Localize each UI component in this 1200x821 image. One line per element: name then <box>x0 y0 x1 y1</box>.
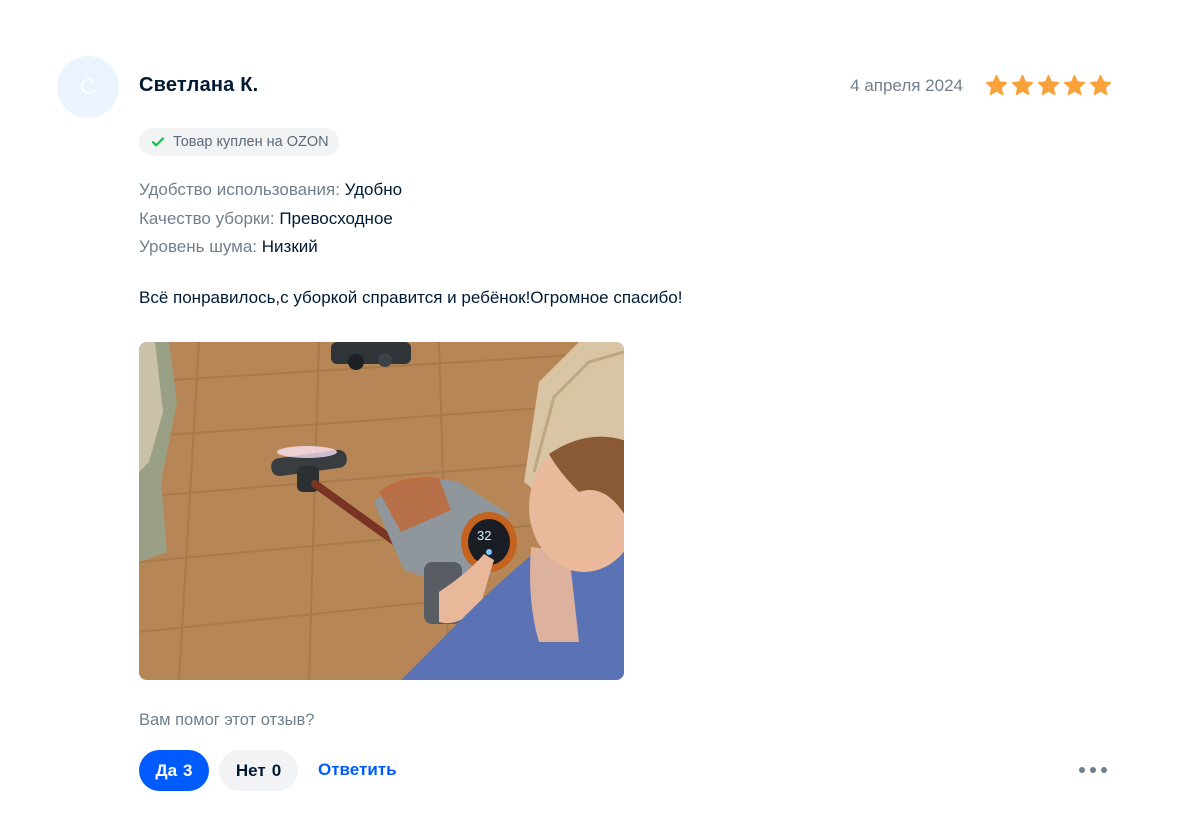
helpful-yes-label: Да <box>155 760 178 780</box>
star-icon <box>1089 74 1112 96</box>
param-value: Низкий <box>261 237 318 256</box>
more-dots-icon[interactable] <box>1079 766 1107 774</box>
photo-illustration: 32 <box>139 342 624 680</box>
dot <box>1101 767 1107 773</box>
helpful-yes-button[interactable]: Да 3 <box>139 750 209 791</box>
param-row: Удобство использования: Удобно <box>139 176 402 205</box>
review-date: 4 апреля 2024 <box>850 76 963 95</box>
review-text: Всё понравилось,с уборкой справится и ре… <box>139 288 683 307</box>
star-icon <box>985 74 1008 96</box>
avatar-letter: С <box>80 74 96 99</box>
star-icon <box>1037 74 1060 96</box>
param-value: Удобно <box>344 180 403 199</box>
param-name: Качество уборки: <box>139 208 275 228</box>
helpful-question: Вам помог этот отзыв? <box>139 711 315 729</box>
reply-button[interactable]: Ответить <box>318 760 397 780</box>
display-value: 32 <box>477 528 491 543</box>
review-author[interactable]: Светлана К. <box>139 74 258 97</box>
dot <box>1090 767 1096 773</box>
param-name: Удобство использования: <box>139 180 340 199</box>
rating-stars <box>985 74 1112 97</box>
param-name: Уровень шума: <box>139 237 258 256</box>
review-params: Удобство использования: Удобно Качество … <box>139 176 402 262</box>
param-row: Уровень шума: Низкий <box>139 233 402 262</box>
helpful-no-label: Нет <box>235 760 266 780</box>
dot <box>1079 767 1085 773</box>
star-icon <box>1063 74 1086 96</box>
purchase-badge-text: Товар куплен на OZON <box>173 134 329 150</box>
param-row: Качество уборки: Превосходное <box>139 205 402 234</box>
check-icon <box>151 137 165 147</box>
param-value: Превосходное <box>279 208 393 228</box>
review-photo[interactable]: 32 <box>139 342 624 680</box>
helpful-yes-count: 3 <box>183 760 193 780</box>
purchase-badge: Товар куплен на OZON <box>139 128 339 156</box>
star-icon <box>1011 74 1034 96</box>
helpful-no-button[interactable]: Нет 0 <box>219 750 298 791</box>
avatar[interactable]: С <box>57 56 119 118</box>
helpful-no-count: 0 <box>271 760 282 780</box>
